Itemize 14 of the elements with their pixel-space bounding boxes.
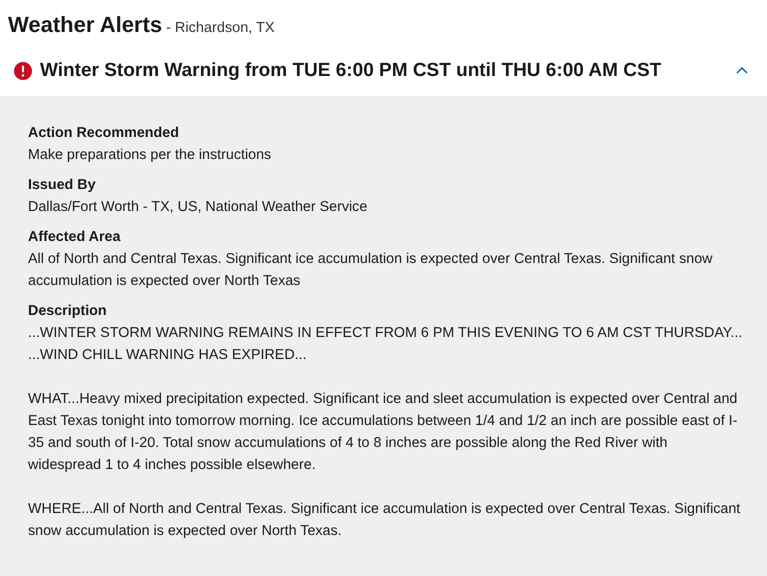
section-text: ...WINTER STORM WARNING REMAINS IN EFFECT FROM 6 PM THIS EVENING TO 6 AM CST THURSDAY... ...WIND CHILL WARNING HAS EXPIRED...: [28, 324, 743, 364]
location-text: - Richardson, TX: [166, 19, 275, 38]
section-label: Description: [28, 302, 108, 320]
section-text: Dallas/Fort Worth - TX, US, National Weather Service: [28, 198, 368, 216]
section-label: Affected Area: [28, 228, 122, 246]
section-text: WHAT...Heavy mixed precipitation expected. Significant ice and sleet accumulation is expected over Central and East Texas tonight into tomorrow morning. Ice accumulations between 1/4 and 1/2 an inch are possible east of I-35 and south of I-20. Total snow accumulations of 4 to 8 inches are possible along the Red River with widespread 1 to 4 inches possible elsewhere.: [28, 390, 738, 474]
alert-icon: [14, 62, 32, 80]
section-text: All of North and Central Texas. Significant ice accumulation is expected over Central Texas. Significant snow accumulation is expected over North Texas: [28, 250, 714, 290]
section-label: Issued By: [28, 176, 97, 194]
section-text: WHERE...All of North and Central Texas. Significant ice accumulation is expected over Central Texas. Significant snow accumulation is expected over North Texas.: [28, 500, 742, 540]
section-text: Make preparations per the instructions: [28, 146, 272, 164]
section-label: Action Recommended: [28, 124, 180, 142]
page-title: Weather Alerts: [8, 11, 162, 39]
alert-title: Winter Storm Warning from TUE 6:00 PM CST until THU 6:00 AM CST: [40, 59, 662, 83]
